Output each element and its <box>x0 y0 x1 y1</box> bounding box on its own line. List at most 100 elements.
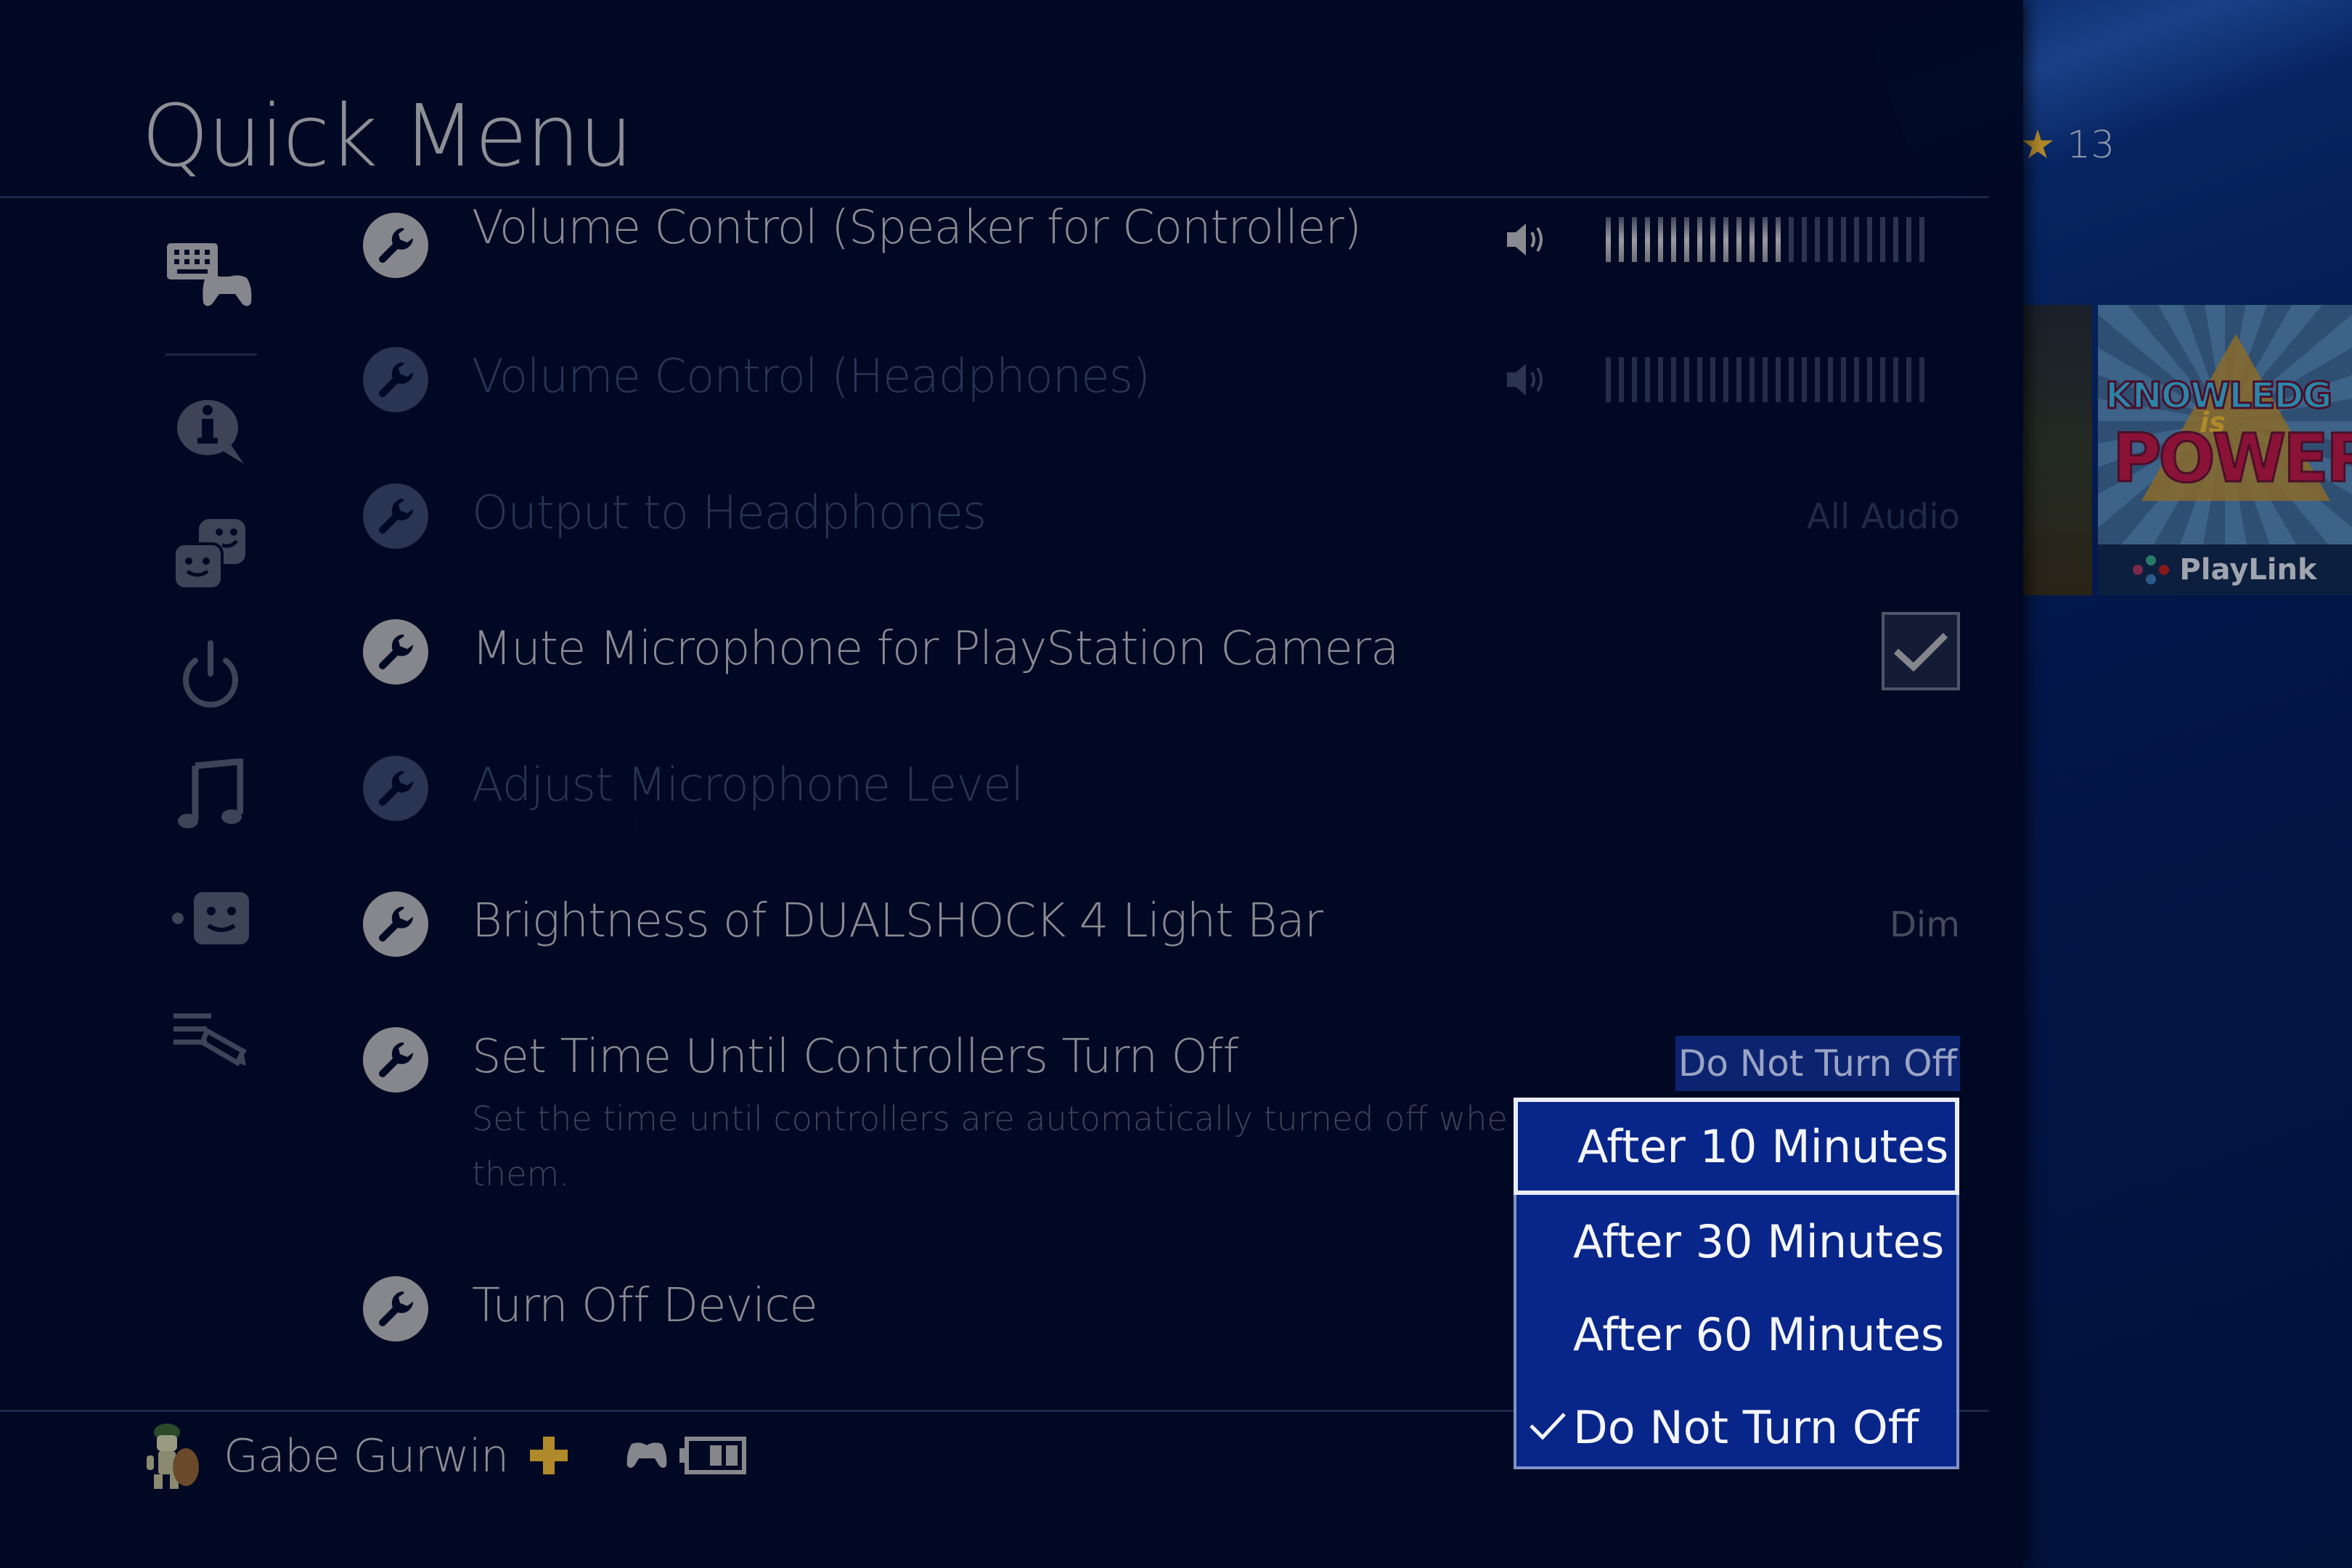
volume-bar-segment <box>1854 357 1859 402</box>
volume-bar-segment <box>1919 357 1924 402</box>
volume-bar-segment <box>1828 217 1833 262</box>
home-screen-right-area <box>1865 0 2352 1568</box>
volume-bar-segment <box>1658 357 1663 402</box>
user-bar: Gabe Gurwin <box>138 1419 747 1492</box>
volume-bar-segment <box>1671 217 1676 262</box>
volume-bar-segment <box>1723 357 1728 402</box>
volume-bar-segment <box>1802 217 1807 262</box>
volume-bar-segment <box>1619 357 1624 402</box>
trophy-star-icon <box>2022 129 2054 159</box>
wrench-icon <box>363 347 428 412</box>
row-label: Output to Headphones <box>472 486 987 540</box>
row-volume-headphones: Volume Control (Headphones) <box>363 347 1960 441</box>
volume-bar-segment <box>1815 217 1820 262</box>
user-name: Gabe Gurwin <box>224 1429 509 1482</box>
ps-plus-icon <box>530 1437 568 1474</box>
volume-bar-segment <box>1880 357 1885 402</box>
playlink-label: PlayLink <box>2179 553 2317 587</box>
volume-bar-segment <box>1632 217 1637 262</box>
row-label: Turn Off Device <box>472 1279 818 1333</box>
volume-level-bars <box>1606 357 1924 402</box>
row-light-bar-brightness[interactable]: Brightness of DUALSHOCK 4 Light Bar Dim <box>363 891 1960 986</box>
dropdown-option-60-minutes[interactable]: After 60 Minutes <box>1516 1288 1956 1381</box>
dropdown-option-10-minutes[interactable]: After 10 Minutes <box>1514 1098 1959 1195</box>
volume-bar-segment <box>1789 357 1794 402</box>
volume-bar-segment <box>1684 357 1689 402</box>
volume-bar-segment <box>1632 357 1637 402</box>
row-label: Brightness of DUALSHOCK 4 Light Bar <box>472 894 1323 948</box>
playlink-logo-icon <box>2133 555 2170 584</box>
avatar <box>138 1419 211 1492</box>
volume-bar-segment <box>1815 357 1820 402</box>
row-adjust-microphone-level: Adjust Microphone Level <box>363 756 1960 850</box>
volume-bar-segment <box>1763 217 1768 262</box>
volume-bar-segment <box>1906 357 1911 402</box>
volume-bar-segment <box>1893 217 1898 262</box>
volume-bar-segment <box>1828 357 1833 402</box>
volume-bar-segment <box>1671 357 1676 402</box>
volume-level-bars <box>1606 217 1924 262</box>
wrench-icon <box>363 756 428 821</box>
volume-bar-segment <box>1658 217 1663 262</box>
dropdown-option-30-minutes[interactable]: After 30 Minutes <box>1516 1195 1956 1288</box>
skeleton-avatar-icon <box>147 1424 199 1489</box>
volume-bar-segment <box>1710 217 1715 262</box>
volume-bar-segment <box>1919 217 1924 262</box>
volume-bar-segment <box>1776 357 1781 402</box>
wrench-icon <box>363 1027 428 1093</box>
volume-bar-segment <box>1606 357 1611 402</box>
volume-bar-segment <box>1789 217 1794 262</box>
volume-bar-segment <box>1736 357 1741 402</box>
row-description: Set the time until controllers are autom… <box>472 1091 1619 1201</box>
volume-bar-segment <box>1723 217 1728 262</box>
volume-bar-segment <box>1867 357 1872 402</box>
volume-bar-segment <box>1893 357 1898 402</box>
row-mute-microphone[interactable]: Mute Microphone for PlayStation Camera <box>363 612 1960 714</box>
volume-slider[interactable] <box>1504 217 1924 262</box>
row-description-line1: Set the time until controllers are autom… <box>472 1099 1508 1138</box>
dark-game-tile[interactable] <box>2023 305 2092 595</box>
option-label: After 30 Minutes <box>1573 1214 1945 1268</box>
option-label: After 10 Minutes <box>1577 1119 1949 1173</box>
page-title: Quick Menu <box>142 86 633 186</box>
speaker-icon <box>1507 224 1543 256</box>
row-volume-speaker[interactable]: Volume Control (Speaker for Controller) <box>363 201 1960 307</box>
battery-icon <box>679 1437 747 1474</box>
volume-bar-segment <box>1645 217 1650 262</box>
kip-title-bottom: POWER <box>2112 419 2352 499</box>
trophy-level: 13 <box>2022 123 2115 167</box>
controller-icon <box>626 1442 667 1468</box>
row-label: Set Time Until Controllers Turn Off <box>472 1030 1239 1084</box>
row-label: Mute Microphone for PlayStation Camera <box>472 622 1399 676</box>
volume-bar-segment <box>1854 217 1859 262</box>
turn-off-time-select[interactable]: Do Not Turn Off <box>1675 1036 1960 1091</box>
wrench-icon <box>363 483 428 549</box>
volume-bar-segment <box>1619 217 1624 262</box>
trophy-count: 13 <box>2067 123 2115 167</box>
dropdown-option-do-not-turn-off[interactable]: Do Not Turn Off <box>1516 1381 1956 1474</box>
speaker-icon <box>1507 364 1543 396</box>
knowledge-is-power-tile[interactable]: KNOWLEDG is POWER PlayLink <box>2098 305 2352 595</box>
wrench-icon <box>363 619 428 685</box>
volume-bar-segment <box>1763 357 1768 402</box>
mute-microphone-checkbox[interactable] <box>1882 612 1960 690</box>
checkmark-icon <box>1530 1413 1566 1440</box>
row-output-to-headphones: Output to Headphones All Audio <box>363 483 1960 578</box>
wrench-icon <box>363 891 428 957</box>
turn-off-time-dropdown: After 10 Minutes After 30 Minutes After … <box>1514 1098 1959 1469</box>
option-label: After 60 Minutes <box>1573 1307 1945 1361</box>
row-label: Adjust Microphone Level <box>472 759 1024 812</box>
volume-bar-segment <box>1802 357 1807 402</box>
volume-bar-segment <box>1841 357 1846 402</box>
volume-bar-segment <box>1697 217 1702 262</box>
volume-bar-segment <box>1736 217 1741 262</box>
volume-bar-segment <box>1906 217 1911 262</box>
volume-bar-segment <box>1645 357 1650 402</box>
row-value: Dim <box>1889 905 1960 945</box>
volume-bar-segment <box>1880 217 1885 262</box>
row-label: Volume Control (Headphones) <box>472 350 1151 404</box>
volume-bar-segment <box>1749 217 1755 262</box>
row-label: Volume Control (Speaker for Controller) <box>472 201 1362 255</box>
volume-bar-segment <box>1710 357 1715 402</box>
checkmark-icon <box>1893 632 1948 672</box>
